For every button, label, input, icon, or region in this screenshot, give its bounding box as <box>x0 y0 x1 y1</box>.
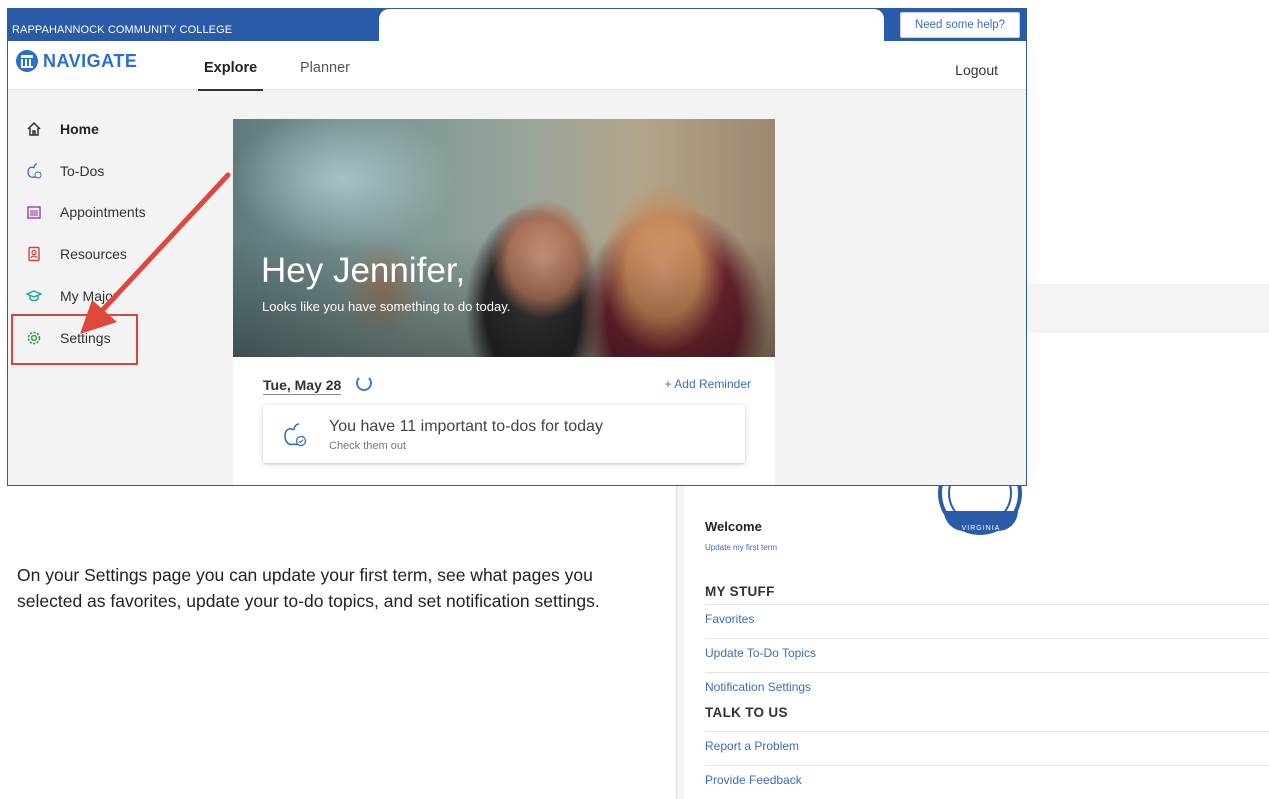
apple-check-icon <box>284 423 307 447</box>
date-label: Tue, May 28 <box>263 377 342 395</box>
settings-highlight-box <box>11 314 138 365</box>
update-first-term-link[interactable]: Update my first term <box>705 543 777 552</box>
favorites-link[interactable]: Favorites <box>705 604 1269 633</box>
section-my-stuff: MY STUFF <box>705 584 775 599</box>
todo-title: You have 11 important to-dos for today <box>329 418 603 435</box>
seal-text: VIRGINIA <box>961 525 1001 532</box>
sidebar-item-label: My Major <box>60 288 118 304</box>
hero-subtitle: Looks like you have something to do toda… <box>262 299 511 314</box>
apple-check-icon <box>27 163 42 179</box>
hero-image: Hey Jennifer, Looks like you have someth… <box>233 119 775 357</box>
refresh-icon[interactable] <box>356 375 372 391</box>
contact-book-icon <box>28 246 40 262</box>
provide-feedback-link[interactable]: Provide Feedback <box>705 765 1269 794</box>
hero-greeting: Hey Jennifer, <box>261 251 466 290</box>
help-button[interactable]: Need some help? <box>900 12 1020 38</box>
update-todo-topics-link[interactable]: Update To-Do Topics <box>705 638 1269 667</box>
redaction-mask <box>379 9 884 56</box>
graduation-cap-icon <box>26 290 42 302</box>
sidebar-item-label: Resources <box>60 246 127 262</box>
sidebar-item-my-major[interactable]: My Major <box>26 282 118 310</box>
welcome-heading: Welcome <box>705 519 762 534</box>
sidebar-item-label: Appointments <box>60 204 146 220</box>
navigate-app-window: RAPPAHANNOCK COMMUNITY COLLEGE Need some… <box>7 8 1027 486</box>
calendar-icon <box>27 206 41 219</box>
todo-subtitle: Check them out <box>329 440 407 452</box>
tab-planner[interactable]: Planner <box>300 60 350 89</box>
tab-explore[interactable]: Explore <box>198 60 264 91</box>
sidebar-item-label: To-Dos <box>60 163 105 179</box>
todo-summary-card[interactable]: You have 11 important to-dos for today C… <box>263 405 745 463</box>
sidebar-item-resources[interactable]: Resources <box>26 240 127 268</box>
sidebar-item-home[interactable]: Home <box>26 115 99 143</box>
logo-text: NAVIGATE <box>43 50 138 71</box>
home-icon <box>27 121 41 136</box>
add-reminder-link[interactable]: + Add Reminder <box>665 377 751 391</box>
college-name: RAPPAHANNOCK COMMUNITY COLLEGE <box>12 24 233 36</box>
report-problem-link[interactable]: Report a Problem <box>705 731 1269 760</box>
navigate-logo[interactable]: NAVIGATE <box>16 50 137 72</box>
instruction-text: On your Settings page you can update you… <box>17 565 600 611</box>
notification-settings-link[interactable]: Notification Settings <box>705 672 1269 701</box>
section-talk-to-us: TALK TO US <box>705 705 788 720</box>
sidebar-item-todos[interactable]: To-Dos <box>26 157 104 185</box>
sidebar-item-appointments[interactable]: Appointments <box>26 198 146 226</box>
today-section: Tue, May 28 + Add Reminder You have 11 i… <box>233 357 775 485</box>
college-seal: VIRGINIA <box>936 483 1026 545</box>
sidebar-item-label: Home <box>60 121 99 137</box>
logout-link[interactable]: Logout <box>955 62 998 78</box>
logo-icon <box>16 50 38 72</box>
